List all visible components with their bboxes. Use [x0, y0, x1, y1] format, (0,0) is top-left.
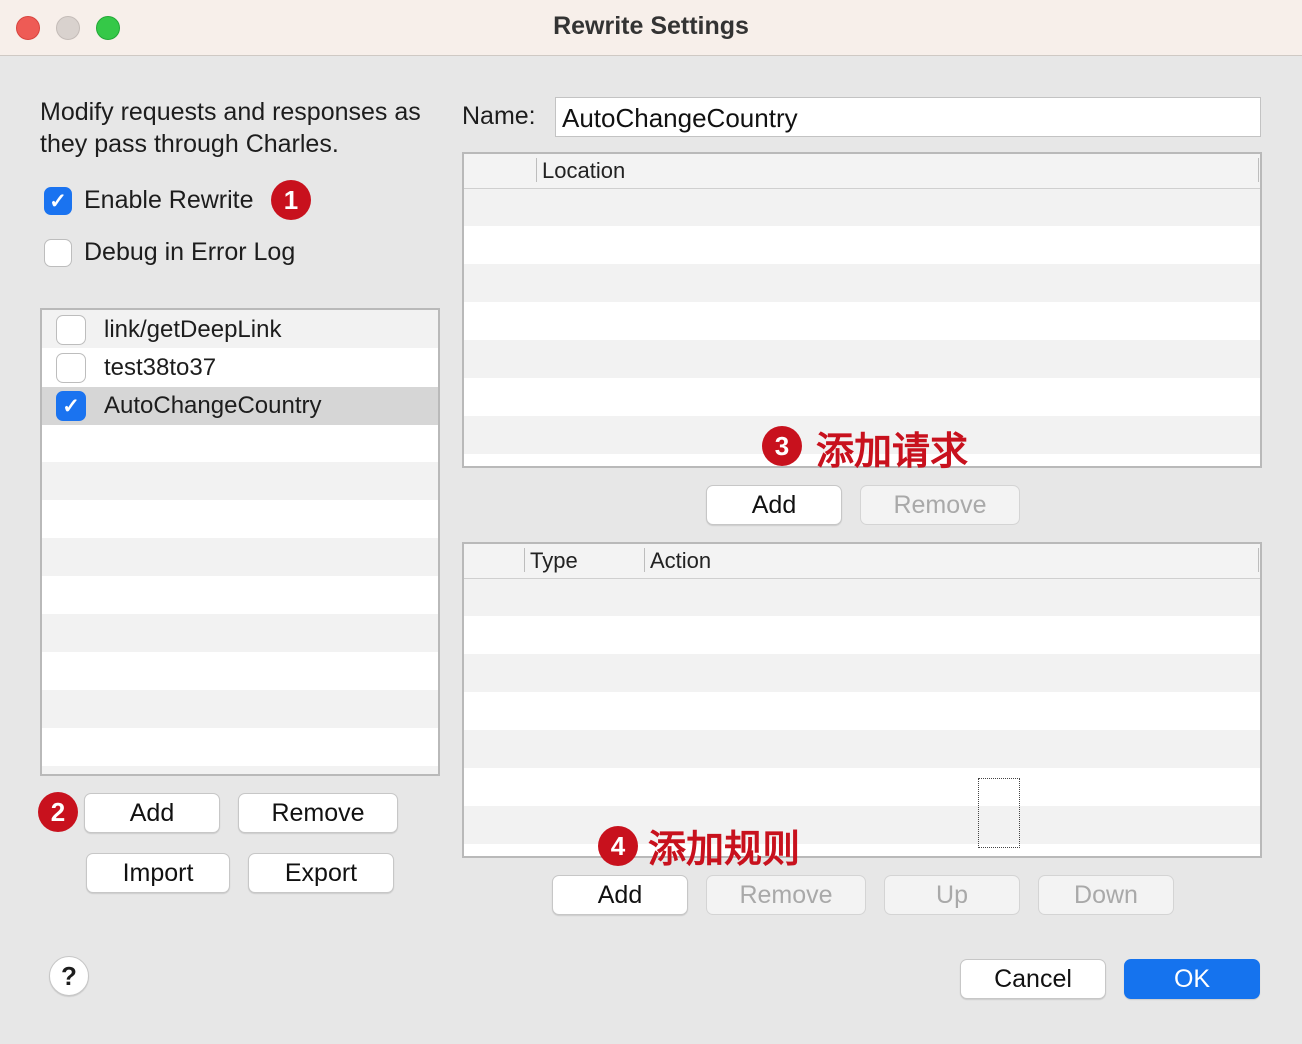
- ok-button[interactable]: OK: [1124, 959, 1260, 999]
- debug-error-log-checkbox[interactable]: [44, 239, 72, 267]
- help-button[interactable]: ?: [49, 956, 89, 996]
- move-up-button[interactable]: Up: [884, 875, 1020, 915]
- add-rule-button[interactable]: Add: [84, 793, 220, 833]
- rule-label: link/getDeepLink: [104, 316, 282, 343]
- focus-indicator: [978, 778, 1020, 848]
- import-button[interactable]: Import: [86, 853, 230, 893]
- remove-rule-button[interactable]: Remove: [238, 793, 398, 833]
- rule-name-input[interactable]: AutoChangeCountry: [555, 97, 1261, 137]
- export-button[interactable]: Export: [248, 853, 394, 893]
- rewrite-rules-list[interactable]: link/getDeepLink test38to37 ✓ AutoChange…: [40, 308, 440, 776]
- rules-table-header: Type Action: [464, 544, 1260, 579]
- remove-location-button[interactable]: Remove: [860, 485, 1020, 525]
- list-item-selected[interactable]: ✓ AutoChangeCountry: [42, 387, 438, 425]
- annotation-badge-3: 3: [762, 426, 802, 466]
- add-rule-item-button[interactable]: Add: [552, 875, 688, 915]
- add-location-button[interactable]: Add: [706, 485, 842, 525]
- annotation-badge-4: 4: [598, 826, 638, 866]
- question-icon: ?: [61, 960, 77, 991]
- annotation-badge-1: 1: [271, 180, 311, 220]
- column-header-type[interactable]: Type: [530, 548, 578, 574]
- title-bar: Rewrite Settings: [0, 0, 1302, 56]
- locations-table-header: Location: [464, 154, 1260, 189]
- rule-label: AutoChangeCountry: [104, 392, 322, 419]
- remove-rule-item-button[interactable]: Remove: [706, 875, 866, 915]
- window-title: Rewrite Settings: [553, 12, 749, 40]
- column-header-location[interactable]: Location: [542, 158, 625, 184]
- annotation-add-request: 添加请求: [816, 429, 969, 473]
- checkmark-icon: ✓: [62, 394, 80, 418]
- rule-label: test38to37: [104, 354, 217, 381]
- rules-table[interactable]: Type Action: [462, 542, 1262, 858]
- cancel-button[interactable]: Cancel: [960, 959, 1106, 999]
- debug-error-log-label[interactable]: Debug in Error Log: [84, 238, 295, 267]
- rule-enabled-checkbox[interactable]: [56, 353, 86, 383]
- checkmark-icon: ✓: [49, 189, 67, 213]
- annotation-badge-2: 2: [38, 792, 78, 832]
- annotation-add-rule: 添加规则: [648, 827, 801, 871]
- name-label: Name:: [462, 102, 536, 130]
- column-header-action[interactable]: Action: [650, 548, 711, 574]
- list-item[interactable]: test38to37: [42, 349, 438, 387]
- list-item[interactable]: link/getDeepLink: [42, 311, 438, 349]
- rule-enabled-checkbox[interactable]: ✓: [56, 391, 86, 421]
- rule-enabled-checkbox[interactable]: [56, 315, 86, 345]
- move-down-button[interactable]: Down: [1038, 875, 1174, 915]
- enable-rewrite-label[interactable]: Enable Rewrite: [84, 186, 254, 215]
- enable-rewrite-checkbox[interactable]: ✓: [44, 187, 72, 215]
- intro-text: Modify requests and responses as they pa…: [40, 98, 421, 158]
